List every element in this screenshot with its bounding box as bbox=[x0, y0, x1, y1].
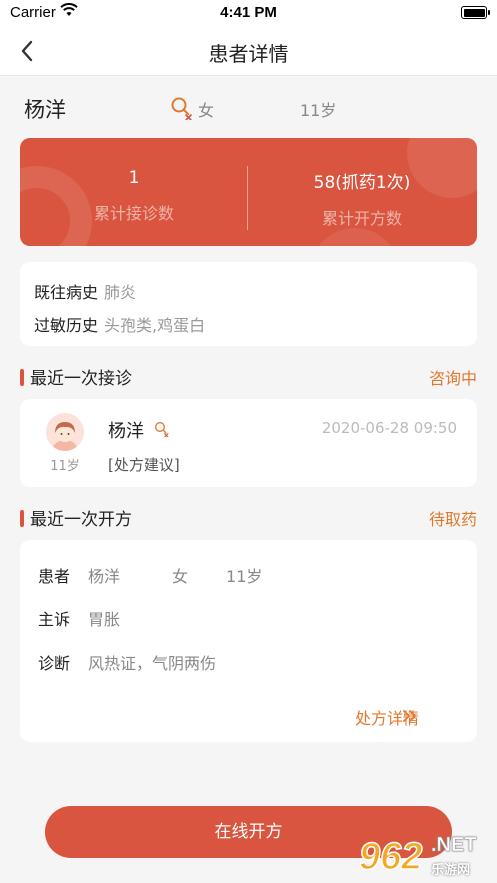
patient-name: 杨洋 bbox=[24, 98, 66, 122]
rx-diagnosis-label: 诊断 bbox=[38, 654, 71, 673]
recent-prescription-heading: 最近一次开方 bbox=[20, 505, 132, 530]
watermark-subtitle: 乐游网 bbox=[431, 862, 471, 877]
watermark-site-text: .NET bbox=[431, 834, 477, 857]
past-history-value: 肺炎 bbox=[104, 283, 137, 302]
female-gender-icon bbox=[154, 421, 170, 441]
rx-patient-row: 患者 杨洋 女 11岁 bbox=[38, 563, 262, 587]
visit-timestamp: 2020-06-28 09:50 bbox=[321, 419, 457, 437]
stats-card: 1 累计接诊数 58(抓药1次) 累计开方数 bbox=[20, 138, 477, 246]
clock: 4:41 PM bbox=[220, 4, 277, 21]
rx-complaint-label: 主诉 bbox=[38, 610, 71, 629]
svg-text:962: 962 bbox=[359, 836, 422, 878]
double-chevron-right-icon bbox=[403, 710, 416, 722]
visits-count: 1 bbox=[128, 168, 140, 188]
section-marker bbox=[20, 369, 24, 386]
status-bar: Carrier 4:41 PM bbox=[0, 0, 497, 26]
rx-diagnosis-row: 诊断 风热证，气阴两伤 bbox=[38, 650, 216, 674]
prescriptions-count: 58(抓药1次) bbox=[313, 173, 411, 193]
medical-history-card: 既往病史 肺炎 过敏历史 头孢类,鸡蛋白 bbox=[20, 262, 477, 346]
recent-visit-heading: 最近一次接诊 bbox=[20, 364, 132, 389]
recent-visit-title: 最近一次接诊 bbox=[30, 369, 132, 389]
battery-icon bbox=[461, 6, 490, 19]
recent-prescription-title: 最近一次开方 bbox=[30, 510, 132, 530]
prescriptions-stat[interactable]: 58(抓药1次) 累计开方数 bbox=[248, 168, 476, 229]
visits-stat[interactable]: 1 累计接诊数 bbox=[20, 168, 248, 224]
patient-header: 杨洋 女 11岁 bbox=[0, 76, 497, 138]
watermark-logo: 962 .NET 乐游网 bbox=[357, 832, 493, 880]
recent-prescription-card: 患者 杨洋女 11岁 主诉 胃胀 诊断 风热证，气阴两伤 处方详情 bbox=[20, 540, 477, 742]
watermark-number: 962 bbox=[358, 835, 423, 878]
recent-visit-status: 咨询中 bbox=[428, 369, 477, 388]
visit-patient-age: 11岁 bbox=[50, 459, 80, 474]
page-title: 患者详情 bbox=[208, 42, 289, 66]
patient-gender: 女 bbox=[198, 101, 215, 120]
visit-patient-name: 杨洋 bbox=[108, 421, 144, 442]
allergy-history-label: 过敏历史 bbox=[34, 316, 99, 335]
navigation-bar: 患者详情 bbox=[0, 26, 497, 76]
rx-patient-name: 杨洋 bbox=[88, 567, 121, 586]
past-history-row: 既往病史 肺炎 bbox=[34, 279, 136, 303]
avatar bbox=[46, 413, 84, 451]
visit-note: [处方建议] bbox=[108, 456, 180, 474]
prescriptions-label: 累计开方数 bbox=[321, 209, 402, 228]
recent-visit-card[interactable]: 11岁 杨洋 2020-06-28 09:50 [处方建议] bbox=[20, 399, 477, 487]
allergy-history-value: 头孢类,鸡蛋白 bbox=[104, 316, 206, 335]
patient-age: 11岁 bbox=[300, 101, 337, 120]
rx-patient-label: 患者 bbox=[38, 567, 71, 586]
visits-label: 累计接诊数 bbox=[93, 204, 174, 223]
allergy-history-row: 过敏历史 头孢类,鸡蛋白 bbox=[34, 312, 205, 336]
female-gender-icon bbox=[170, 96, 194, 124]
rx-complaint-row: 主诉 胃胀 bbox=[38, 606, 120, 630]
rx-diagnosis-value: 风热证，气阴两伤 bbox=[88, 654, 217, 673]
decorative-circle bbox=[310, 228, 400, 246]
recent-prescription-status: 待取药 bbox=[428, 510, 477, 529]
section-marker bbox=[20, 510, 24, 527]
past-history-label: 既往病史 bbox=[34, 283, 99, 302]
rx-patient-age: 11岁 bbox=[226, 567, 263, 586]
rx-patient-gender: 女 bbox=[172, 567, 189, 586]
rx-complaint-value: 胃胀 bbox=[88, 610, 121, 629]
